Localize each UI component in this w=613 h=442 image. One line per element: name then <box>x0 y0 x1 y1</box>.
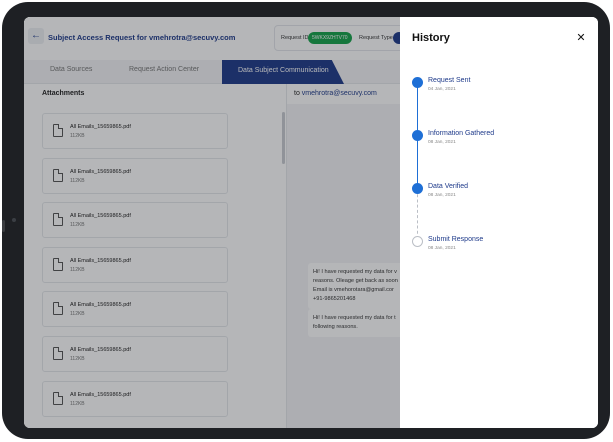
timeline-step-label: Request Sent <box>428 77 471 84</box>
timeline-step-label: Information Gathered <box>428 130 495 137</box>
timeline-step-marker <box>412 236 423 247</box>
timeline-step-label: Data Verified <box>428 183 469 190</box>
close-button[interactable]: ✕ <box>576 32 586 44</box>
timeline-step-marker <box>412 130 423 141</box>
timeline-step-label: Submit Response <box>428 236 484 243</box>
timeline-step-marker <box>412 183 423 194</box>
tablet-side-button <box>2 220 5 232</box>
timeline-step-date: 08 Jan, 2021 <box>428 246 456 251</box>
tablet-frame: ← Subject Access Request for vmehrotra@s… <box>2 2 610 439</box>
timeline-step-date: 04 Jan, 2021 <box>428 87 456 92</box>
timeline-step-date: 08 Jan, 2021 <box>428 140 456 145</box>
timeline-step-date: 08 Jan, 2021 <box>428 193 456 198</box>
history-drawer: History ✕ Request Sent 04 Jan, 2021 Inform… <box>400 17 598 428</box>
tablet-screen: ← Subject Access Request for vmehrotra@s… <box>24 17 598 428</box>
tablet-camera <box>12 218 16 222</box>
history-title: History <box>412 32 450 44</box>
close-icon: ✕ <box>576 32 586 44</box>
timeline-line-pending <box>417 189 418 239</box>
timeline-step-marker <box>412 77 423 88</box>
